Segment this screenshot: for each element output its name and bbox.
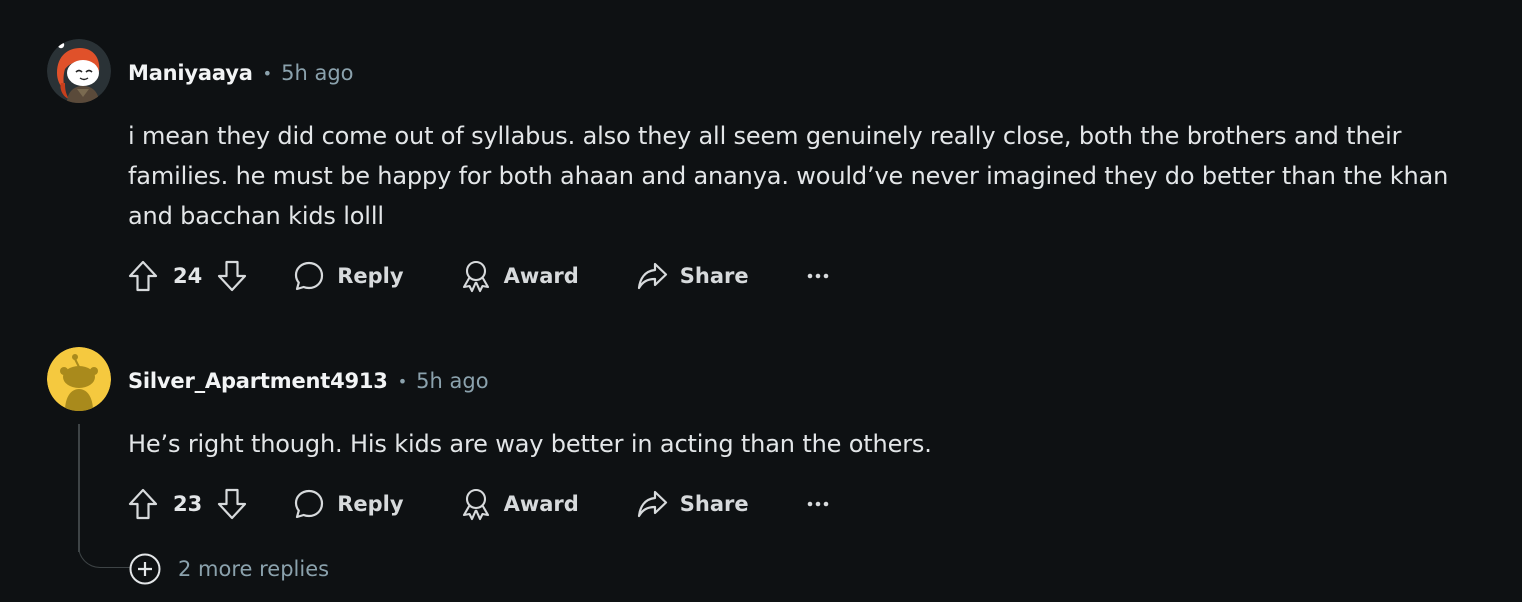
comment-meta: Maniyaaya • 5h ago [128,57,354,89]
upvote-icon[interactable] [127,259,159,293]
award-label: Award [503,264,579,288]
timestamp[interactable]: 5h ago [416,369,488,393]
snoo-avatar-icon [47,39,111,103]
meta-separator: • [262,63,273,83]
award-button[interactable]: Award [460,487,579,521]
downvote-icon[interactable] [216,487,248,521]
more-replies-label: 2 more replies [178,557,330,581]
comment-meta: Silver_Apartment4913 • 5h ago [128,365,489,397]
timestamp[interactable]: 5h ago [281,61,353,85]
share-arrow-icon [637,490,667,518]
vote-group: 24 [127,259,248,293]
username-link[interactable]: Silver_Apartment4913 [128,369,388,393]
comment-thread: Maniyaaya • 5h ago i mean they did come … [0,0,1522,602]
user-avatar[interactable] [47,39,111,103]
share-button[interactable]: Share [636,260,749,292]
comment-actions: 23 Reply Award Share [127,482,829,526]
vote-score: 24 [173,264,203,288]
award-button[interactable]: Award [460,259,579,293]
meta-separator: • [397,371,408,391]
share-label: Share [679,492,749,516]
award-icon [462,260,489,293]
comment-body: He’s right though. His kids are way bett… [128,430,932,458]
comment-actions: 24 Reply Award Share [127,254,829,298]
share-arrow-icon [637,262,667,290]
upvote-icon[interactable] [127,487,159,521]
reply-label: Reply [337,264,404,288]
vote-score: 23 [173,492,203,516]
vote-group: 23 [127,487,248,521]
share-label: Share [679,264,749,288]
downvote-icon[interactable] [216,259,248,293]
comment-body: i mean they did come out of syllabus. al… [128,122,1449,230]
reply-button[interactable]: Reply [293,488,404,520]
username-link[interactable]: Maniyaaya [128,61,253,85]
more-replies-button[interactable]: 2 more replies [128,552,329,586]
overflow-menu-icon[interactable] [807,272,829,280]
award-icon [462,488,489,521]
award-label: Award [503,492,579,516]
user-avatar[interactable] [47,347,111,411]
plus-circle-icon [129,553,161,585]
share-button[interactable]: Share [636,488,749,520]
thread-line[interactable] [78,424,80,552]
reply-label: Reply [337,492,404,516]
comment-bubble-icon [295,489,324,519]
overflow-menu-icon[interactable] [807,500,829,508]
reply-button[interactable]: Reply [293,260,404,292]
thread-connector [78,540,130,568]
snoo-avatar-icon [47,347,111,411]
comment-bubble-icon [295,261,324,291]
